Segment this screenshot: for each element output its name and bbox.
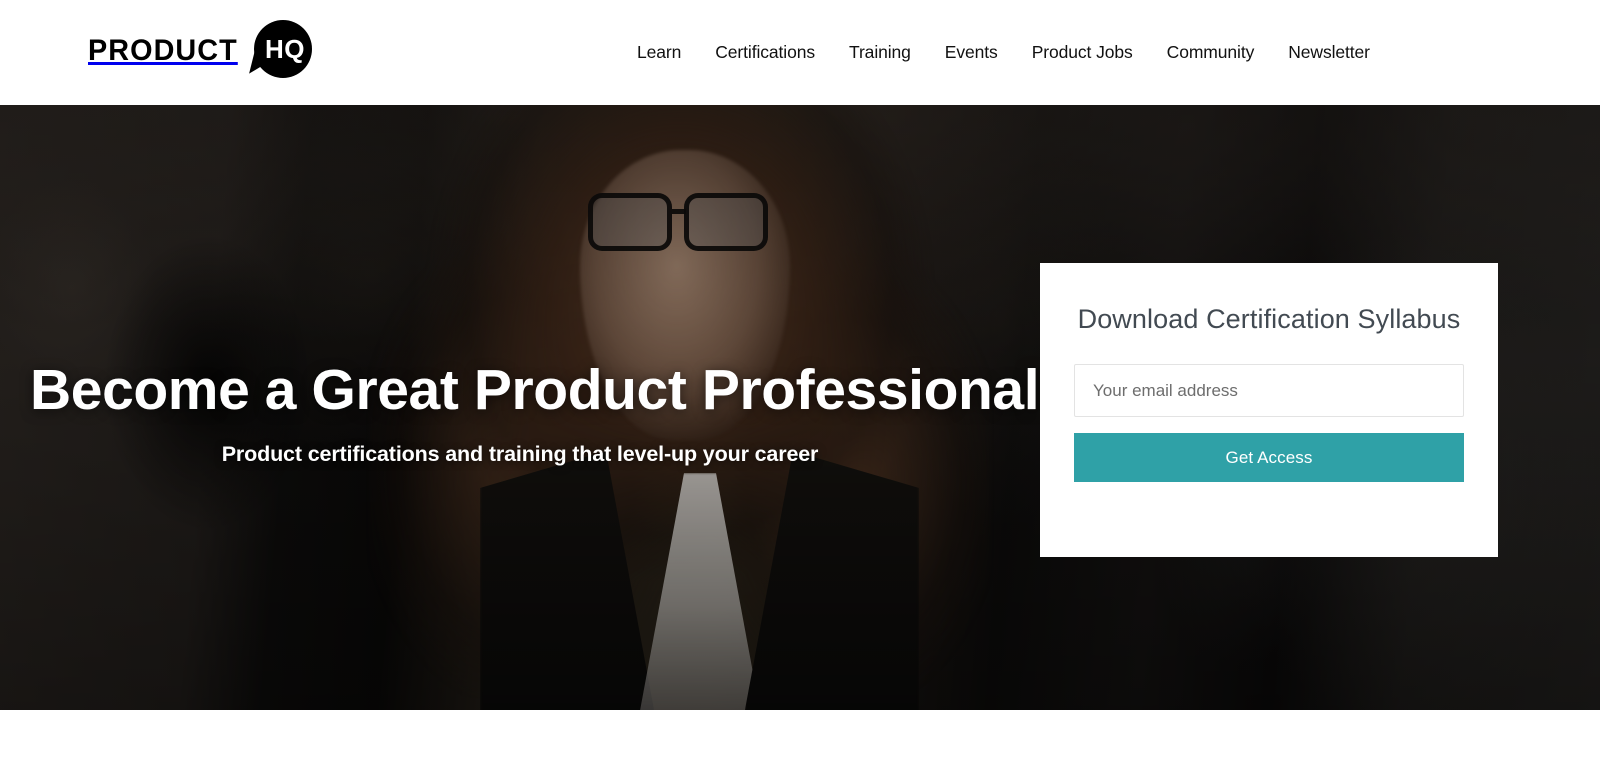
hero-subtitle: Product certifications and training that…	[221, 442, 819, 467]
nav-item-certifications[interactable]: Certifications	[715, 36, 815, 69]
hero-section: Become a Great Product Professional Prod…	[0, 105, 1600, 710]
below-fold-spacer	[0, 710, 1600, 769]
signup-card-title: Download Certification Syllabus	[1077, 304, 1461, 334]
main-navigation: Learn Certifications Training Events Pro…	[637, 0, 1370, 105]
nav-item-training[interactable]: Training	[849, 36, 911, 69]
nav-item-newsletter[interactable]: Newsletter	[1288, 36, 1370, 69]
nav-item-product-jobs[interactable]: Product Jobs	[1032, 36, 1133, 69]
hero-content: Become a Great Product Professional Prod…	[0, 105, 1600, 710]
get-access-button[interactable]: Get Access	[1074, 433, 1464, 483]
logo-badge-text: HQ	[265, 33, 306, 64]
signup-card: Download Certification Syllabus Get Acce…	[1040, 263, 1498, 557]
logo-speech-bubble-icon: HQ	[249, 20, 313, 82]
hero-title: Become a Great Product Professional	[30, 358, 1040, 422]
site-header: PRODUCT HQ Learn Certifications Training…	[0, 0, 1600, 105]
logo-wordmark: PRODUCT	[88, 34, 238, 67]
nav-item-community[interactable]: Community	[1167, 36, 1255, 69]
email-input[interactable]	[1074, 364, 1464, 418]
nav-item-events[interactable]: Events	[945, 36, 998, 69]
hero-text-block: Become a Great Product Professional Prod…	[0, 360, 1040, 467]
site-logo[interactable]: PRODUCT HQ	[88, 20, 313, 82]
nav-item-learn[interactable]: Learn	[637, 36, 681, 69]
